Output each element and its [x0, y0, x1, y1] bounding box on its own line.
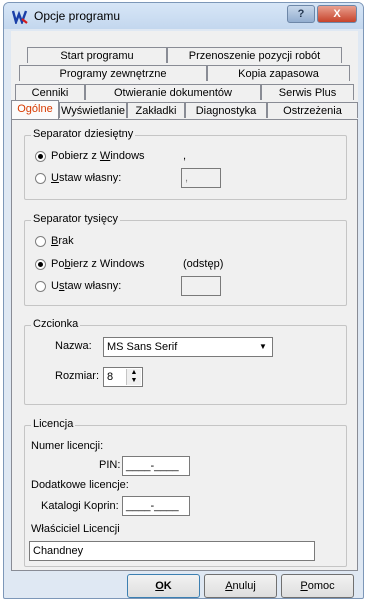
- thousands-none-label[interactable]: Brak: [51, 235, 74, 247]
- tab-programy-zewnetrzne[interactable]: Programy zewnętrzne: [19, 65, 207, 81]
- pin-field[interactable]: ____-____: [122, 456, 190, 476]
- tab-zakladki[interactable]: Zakładki: [127, 102, 185, 118]
- additional-licenses-label: Dodatkowe licencje:: [31, 479, 129, 491]
- help-button[interactable]: Pomoc: [281, 574, 354, 598]
- koprin-label: Katalogi Koprin:: [41, 500, 119, 512]
- spin-arrows-icon[interactable]: ▲ ▼: [126, 369, 141, 385]
- tab-row-2: Programy zewnętrzne Kopia zapasowa: [11, 65, 358, 82]
- tab-ogolne[interactable]: Ogólne: [11, 100, 59, 119]
- tab-otwieranie-dokumentow[interactable]: Otwieranie dokumentów: [85, 84, 261, 100]
- license-owner-field[interactable]: Chandney: [29, 541, 315, 561]
- font-name-label: Nazwa:: [55, 340, 92, 352]
- font-group-title: Czcionka: [31, 318, 81, 330]
- tab-cenniki[interactable]: Cenniki: [15, 84, 85, 100]
- tab-start-programu[interactable]: Start programu: [27, 47, 167, 63]
- font-size-spinner[interactable]: 8 ▲ ▼: [103, 367, 143, 387]
- app-logo-icon: [12, 10, 28, 24]
- license-group: Licencja Numer licencji: PIN: ____-____ …: [24, 418, 347, 567]
- license-owner-label: Właściciel Licencji: [31, 523, 120, 535]
- decimal-windows-label[interactable]: Pobierz z Windows: [51, 150, 145, 162]
- pin-label: PIN:: [99, 459, 121, 471]
- thousands-windows-label[interactable]: Pobierz z Windows: [51, 258, 145, 270]
- license-group-title: Licencja: [31, 418, 76, 430]
- tab-wyswietlanie[interactable]: Wyświetlanie: [59, 102, 127, 118]
- tab-ostrzezenia[interactable]: Ostrzeżenia: [267, 102, 358, 118]
- tab-row-4: Ogólne Wyświetlanie Zakładki Diagnostyka…: [11, 100, 358, 119]
- chevron-down-icon[interactable]: ▼: [255, 339, 271, 355]
- tab-kopia-zapasowa[interactable]: Kopia zapasowa: [207, 65, 350, 81]
- tab-przenoszenie-pozycji[interactable]: Przenoszenie pozycji robót: [167, 47, 342, 63]
- license-number-label: Numer licencji:: [31, 440, 104, 452]
- tab-row-1: Start programu Przenoszenie pozycji robó…: [11, 47, 358, 64]
- tab-serwis-plus[interactable]: Serwis Plus: [261, 84, 354, 100]
- decimal-windows-radio[interactable]: [35, 151, 46, 162]
- thousands-separator-title: Separator tysięcy: [31, 213, 120, 225]
- thousands-custom-label[interactable]: Ustaw własny:: [51, 280, 121, 292]
- thousands-windows-radio[interactable]: [35, 259, 46, 270]
- decimal-custom-field[interactable]: ,: [181, 168, 221, 188]
- thousands-none-radio[interactable]: [35, 236, 46, 247]
- font-name-value: MS Sans Serif: [107, 341, 178, 353]
- thousands-custom-field[interactable]: [181, 276, 221, 296]
- title-close-button[interactable]: X: [317, 5, 357, 23]
- decimal-custom-radio[interactable]: [35, 173, 46, 184]
- decimal-custom-label[interactable]: Ustaw własny:: [51, 172, 121, 184]
- tab-row-3: Cenniki Otwieranie dokumentów Serwis Plu…: [11, 84, 358, 101]
- koprin-field[interactable]: ____-____: [122, 496, 190, 516]
- font-size-label: Rozmiar:: [55, 370, 100, 382]
- options-window: Opcje programu ? X Start programu Przeno…: [3, 2, 364, 599]
- title-help-button[interactable]: ?: [287, 5, 315, 23]
- decimal-separator-group: Separator dziesiętny Pobierz z Windows ,…: [24, 128, 347, 200]
- decimal-windows-value: ,: [183, 150, 187, 162]
- tab-panel-ogolne: Separator dziesiętny Pobierz z Windows ,…: [11, 119, 358, 571]
- thousands-custom-radio[interactable]: [35, 281, 46, 292]
- cancel-button[interactable]: Anuluj: [204, 574, 277, 598]
- dialog-client: Start programu Przenoszenie pozycji robó…: [11, 31, 358, 571]
- font-name-select[interactable]: MS Sans Serif ▼: [103, 337, 273, 357]
- decimal-separator-title: Separator dziesiętny: [31, 128, 136, 140]
- thousands-windows-value: (odstęp): [183, 258, 224, 270]
- ok-button[interactable]: OK: [127, 574, 200, 598]
- title-bar: Opcje programu ? X: [4, 3, 363, 29]
- window-title: Opcje programu: [34, 9, 121, 23]
- thousands-separator-group: Separator tysięcy Brak Pobierz z Windows…: [24, 213, 347, 306]
- font-size-value: 8: [107, 371, 114, 383]
- font-group: Czcionka Nazwa: MS Sans Serif ▼ Rozmiar:…: [24, 318, 347, 405]
- tab-diagnostyka[interactable]: Diagnostyka: [185, 102, 267, 118]
